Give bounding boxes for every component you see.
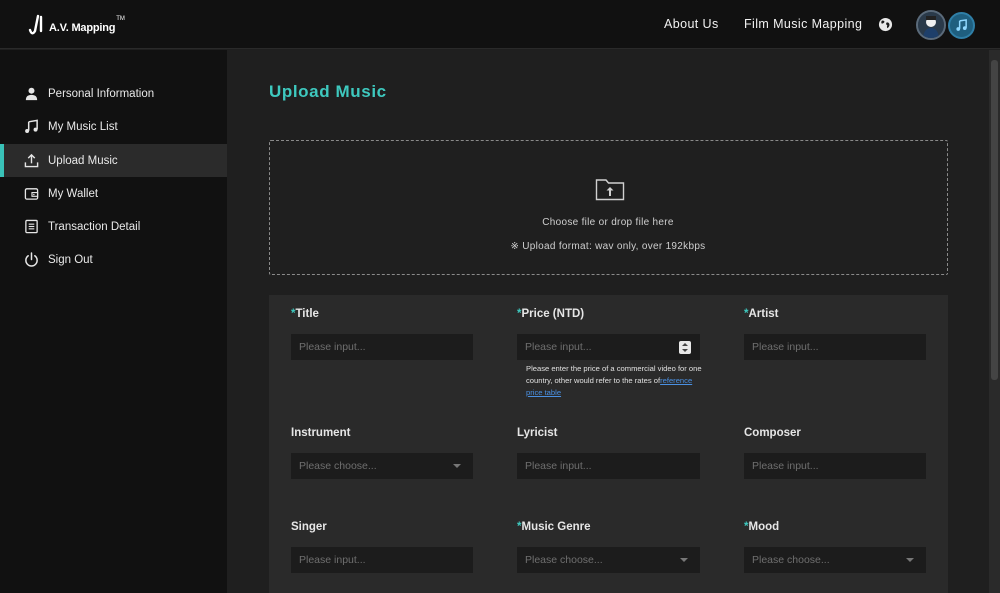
- title-input[interactable]: [291, 334, 473, 360]
- music-note-icon: [25, 119, 38, 133]
- price-label-text: Price (NTD): [521, 308, 585, 320]
- music-genre-select[interactable]: Please choose...: [517, 547, 700, 573]
- logo[interactable]: A.V. Mapping TM: [28, 12, 125, 38]
- price-stepper[interactable]: [679, 341, 691, 354]
- sidebar: Personal Information My Music List Uploa…: [0, 50, 227, 593]
- sidebar-item-sign-out[interactable]: Sign Out: [0, 243, 227, 276]
- wallet-icon: [24, 188, 39, 200]
- chevron-down-icon: [680, 558, 688, 562]
- music-note-icon: [956, 19, 967, 31]
- music-genre-label-text: Music Genre: [521, 521, 591, 533]
- upload-format-note: ※ Upload format: wav only, over 192kbps: [510, 241, 706, 252]
- top-header: A.V. Mapping TM About Us Film Music Mapp…: [0, 0, 1000, 49]
- document-icon: [25, 219, 38, 234]
- music-genre-select-placeholder: Please choose...: [525, 554, 603, 566]
- sidebar-item-upload-music[interactable]: Upload Music: [0, 144, 227, 177]
- composer-input[interactable]: [744, 453, 926, 479]
- singer-input[interactable]: [291, 547, 473, 573]
- sidebar-item-label: My Music List: [48, 120, 118, 133]
- power-icon: [25, 252, 38, 267]
- lyricist-input[interactable]: [517, 453, 700, 479]
- artist-label: *Artist: [744, 308, 779, 320]
- chevron-down-icon: [906, 558, 914, 562]
- mood-select-placeholder: Please choose...: [752, 554, 830, 566]
- sidebar-item-personal-information[interactable]: Personal Information: [0, 77, 227, 110]
- file-dropzone[interactable]: Choose file or drop file here ※ Upload f…: [269, 140, 948, 275]
- mood-label-text: Mood: [748, 521, 780, 533]
- mood-select[interactable]: Please choose...: [744, 547, 926, 573]
- sidebar-item-label: Sign Out: [48, 253, 93, 266]
- sidebar-item-label: My Wallet: [48, 187, 99, 200]
- page-title: Upload Music: [269, 82, 387, 101]
- title-label-text: Title: [295, 308, 319, 320]
- logo-trademark: TM: [116, 16, 125, 22]
- sidebar-item-my-music-list[interactable]: My Music List: [0, 110, 227, 143]
- sidebar-item-label: Personal Information: [48, 87, 155, 100]
- nav-about-us[interactable]: About Us: [664, 17, 719, 31]
- globe-icon[interactable]: [878, 17, 893, 32]
- nav-film-music-mapping[interactable]: Film Music Mapping: [744, 17, 862, 31]
- sidebar-item-label: Transaction Detail: [48, 220, 141, 233]
- music-badge-icon[interactable]: [948, 12, 975, 39]
- instrument-label: Instrument: [291, 427, 351, 439]
- lyricist-label: Lyricist: [517, 427, 558, 439]
- artist-input[interactable]: [744, 334, 926, 360]
- upload-icon: [24, 153, 39, 168]
- singer-label: Singer: [291, 521, 327, 533]
- logo-text: A.V. Mapping: [49, 22, 116, 34]
- user-icon: [25, 87, 38, 101]
- sidebar-item-label: Upload Music: [48, 154, 118, 167]
- mood-label: *Mood: [744, 521, 779, 533]
- price-hint: Please enter the price of a commercial v…: [526, 363, 706, 399]
- price-label: *Price (NTD): [517, 308, 584, 320]
- chevron-down-icon: [453, 464, 461, 468]
- scrollbar-thumb[interactable]: [991, 60, 998, 380]
- folder-upload-icon: [595, 179, 625, 201]
- artist-label-text: Artist: [748, 308, 779, 320]
- sidebar-item-my-wallet[interactable]: My Wallet: [0, 177, 227, 210]
- title-label: *Title: [291, 308, 319, 320]
- price-input[interactable]: [517, 334, 700, 360]
- composer-label: Composer: [744, 427, 801, 439]
- dropzone-text: Choose file or drop file here: [542, 217, 674, 228]
- sidebar-item-transaction-detail[interactable]: Transaction Detail: [0, 210, 227, 243]
- music-genre-label: *Music Genre: [517, 521, 591, 533]
- logo-mark-icon: [28, 14, 43, 35]
- avatar[interactable]: [916, 10, 946, 40]
- instrument-select[interactable]: Please choose...: [291, 453, 473, 479]
- instrument-select-placeholder: Please choose...: [299, 460, 377, 472]
- avatar-figure-icon: [918, 12, 944, 38]
